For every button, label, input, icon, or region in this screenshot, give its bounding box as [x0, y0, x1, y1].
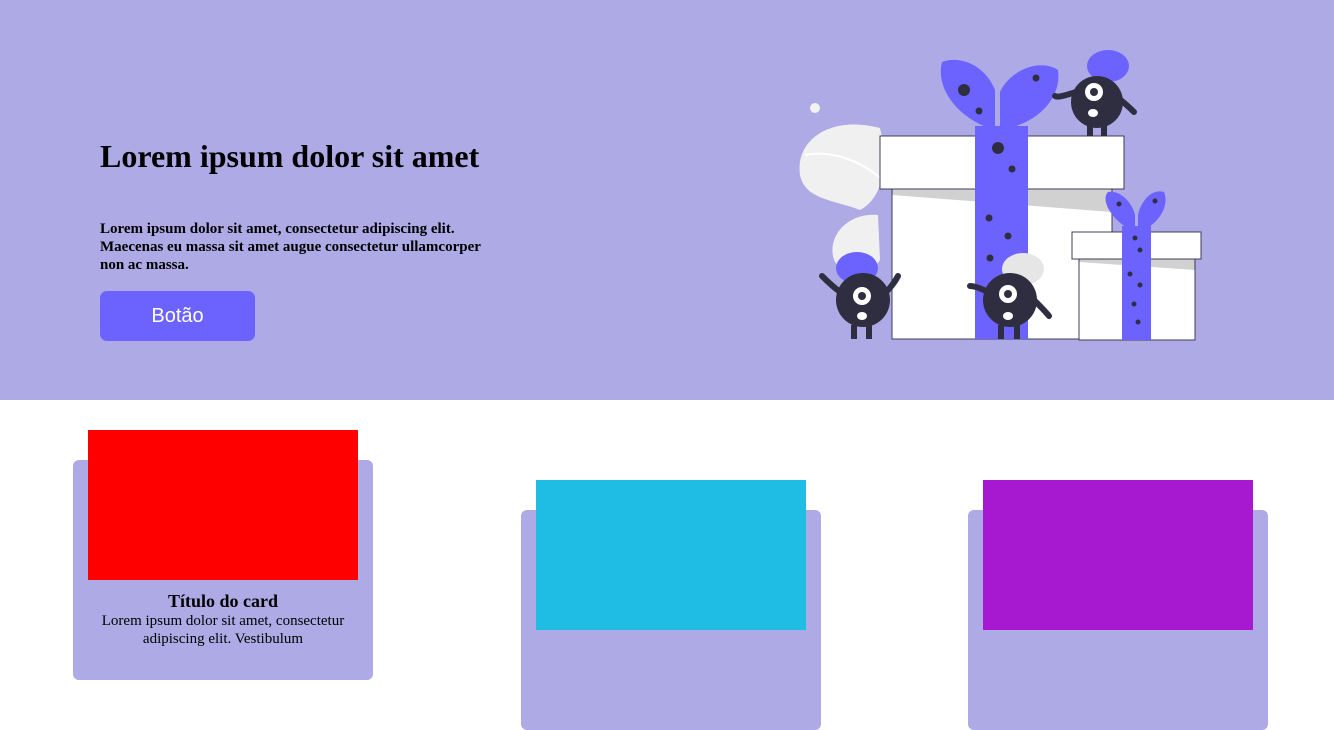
hero-banner: Lorem ipsum dolor sit amet Lorem ipsum d… — [0, 0, 1334, 400]
hero-description: Lorem ipsum dolor sit amet, consectetur … — [100, 221, 481, 273]
card-1-image — [88, 430, 358, 580]
hero-title: Lorem ipsum dolor sit amet — [100, 138, 480, 174]
card-1-title: Título do card — [167, 591, 278, 611]
card-3-image — [983, 480, 1253, 630]
card-2-image — [536, 480, 806, 630]
gift-boxes-illustration — [799, 50, 1202, 341]
hero-button[interactable]: Botão — [100, 291, 255, 341]
card-1-text: Lorem ipsum dolor sit amet, consectetur … — [101, 613, 345, 647]
